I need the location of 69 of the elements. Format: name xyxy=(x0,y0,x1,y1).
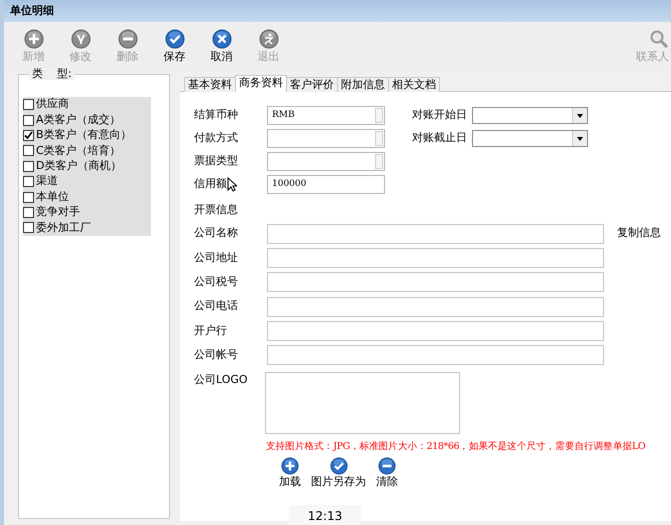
input-field[interactable] xyxy=(267,296,604,317)
field-label: 公司名称 xyxy=(194,225,239,242)
pen-icon xyxy=(70,28,90,49)
checkbox[interactable] xyxy=(23,176,34,188)
checkbox[interactable] xyxy=(23,206,34,218)
checkbox-label: A类客户（成交） xyxy=(36,112,121,128)
input-field[interactable] xyxy=(267,224,604,244)
image-button[interactable]: 图片另存为 xyxy=(309,456,368,488)
checkbox[interactable] xyxy=(23,145,34,156)
checkbox-label: 本单位 xyxy=(36,188,69,205)
checkbox[interactable] xyxy=(23,99,34,110)
image-button[interactable]: 加载 xyxy=(277,456,303,488)
window-title: 单位明细 xyxy=(4,0,671,22)
field-label: 信用额 xyxy=(194,176,227,192)
dropdown[interactable]: RMB xyxy=(267,106,385,125)
format-note: 支持图片格式：JPG，标准图片大小：218*66，如果不是这个尺寸，需要自行调整单据LO xyxy=(266,440,646,454)
walking-figure-icon xyxy=(258,28,278,49)
checkbox[interactable] xyxy=(23,160,34,172)
input-field[interactable] xyxy=(267,272,604,292)
section-heading: 开票信息 xyxy=(194,202,239,218)
checkbox[interactable] xyxy=(23,192,34,203)
checkbox-label: 委外加工厂 xyxy=(36,220,91,236)
checkbox[interactable] xyxy=(23,130,34,141)
tab[interactable]: 基本资料 xyxy=(184,77,236,92)
clock-text: 12:13 xyxy=(289,505,361,525)
input-field[interactable] xyxy=(267,345,604,366)
checkbox-label: C类客户（培育） xyxy=(36,142,121,159)
field-label: 公司税号 xyxy=(194,274,239,290)
tab[interactable]: 相关文档 xyxy=(388,77,440,92)
tab[interactable]: 商务资料 xyxy=(235,75,287,92)
checkbox-label: 供应商 xyxy=(36,96,69,112)
minus-icon xyxy=(378,456,396,475)
field-label: 公司地址 xyxy=(194,250,239,266)
toolbar-button[interactable]: 取消 xyxy=(198,22,245,72)
field-label: 公司电话 xyxy=(194,298,239,314)
field-label: 付款方式 xyxy=(194,130,238,146)
field-label: 公司帐号 xyxy=(194,346,239,363)
input-field[interactable] xyxy=(267,320,604,341)
checkbox-label: B类客户（有意向） xyxy=(36,127,132,144)
plus-icon xyxy=(281,456,299,475)
minus-icon xyxy=(118,28,138,49)
date-dropdown[interactable] xyxy=(472,107,588,124)
field-label: 对账截止日 xyxy=(412,130,468,146)
toolbar-button[interactable]: 保存 xyxy=(151,22,198,72)
date-dropdown[interactable] xyxy=(472,130,588,147)
checkbox-label: D类客户（商机） xyxy=(36,158,122,174)
cursor-icon xyxy=(227,177,237,192)
checkbox-label: 竞争对手 xyxy=(36,204,80,220)
tab[interactable]: 客户评价 xyxy=(286,77,338,92)
image-button[interactable]: 清除 xyxy=(374,456,400,488)
copy-info-link[interactable]: 复制信息 xyxy=(617,225,661,242)
checkbox[interactable] xyxy=(23,222,34,234)
field-label: 结算币种 xyxy=(194,107,238,124)
check-icon xyxy=(330,456,348,475)
close-icon xyxy=(212,28,232,49)
checkbox-label: 渠道 xyxy=(36,173,58,190)
field-label: 票据类型 xyxy=(194,153,238,170)
dropdown[interactable] xyxy=(267,129,385,148)
check-icon xyxy=(164,28,184,49)
dropdown[interactable] xyxy=(267,152,385,171)
input-field[interactable]: 100000 xyxy=(267,175,385,194)
plus-icon xyxy=(24,28,44,49)
group-title: 类 型: xyxy=(29,68,75,80)
field-label: 对账开始日 xyxy=(412,107,468,124)
field-label: 开户行 xyxy=(194,322,228,339)
tab[interactable]: 附加信息 xyxy=(337,77,389,92)
input-field[interactable] xyxy=(267,248,604,268)
field-label: 公司LOGO xyxy=(194,372,249,388)
checkbox[interactable] xyxy=(23,114,34,126)
